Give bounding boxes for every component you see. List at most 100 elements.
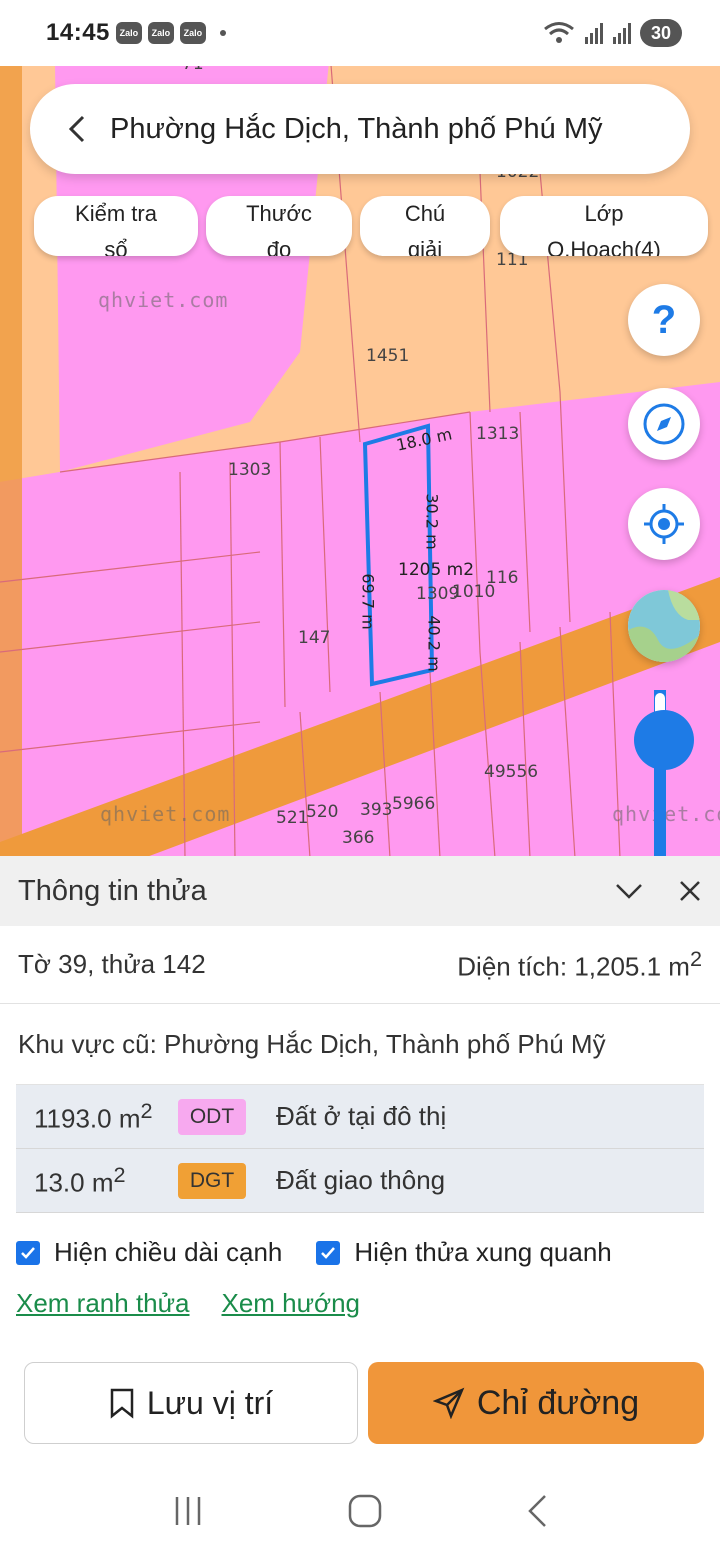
panel-header: Thông tin thửa [0, 856, 720, 926]
chevron-down-icon[interactable] [614, 881, 644, 901]
back-nav-icon[interactable] [525, 1493, 549, 1529]
show-edges-checkbox[interactable] [16, 1240, 40, 1265]
location-header[interactable]: Phường Hắc Dịch, Thành phố Phú Mỹ [30, 84, 690, 174]
home-icon[interactable] [347, 1493, 383, 1529]
check-deed-chip[interactable]: Kiểm tra sổ [34, 196, 198, 256]
panel-buttons: Lưu vị trí Chỉ đường [24, 1362, 704, 1444]
help-button[interactable]: ? [628, 284, 700, 356]
land-use-area-sup: 2 [140, 1098, 153, 1124]
ruler-chip[interactable]: Thước đo [206, 196, 352, 256]
question-icon: ? [651, 297, 677, 342]
panel-links: Xem ranh thửa Xem hướng [0, 1268, 720, 1319]
location-title: Phường Hắc Dịch, Thành phố Phú Mỹ [110, 112, 603, 145]
legend-chip[interactable]: Chú giải [360, 196, 490, 256]
crosshair-icon [644, 504, 684, 544]
old-area: Khu vực cũ: Phường Hắc Dịch, Thành phố P… [18, 1028, 606, 1059]
parcel-label: 49556 [484, 762, 539, 782]
panel-actions [614, 879, 702, 903]
parcel-label: 147 [298, 628, 331, 648]
land-use-row: 1193.0 m2 ODT Đất ở tại đô thị [16, 1085, 704, 1149]
chevron-left-icon [68, 115, 85, 143]
satellite-map-icon [628, 590, 700, 662]
land-use-desc: Đất giao thông [276, 1165, 446, 1195]
compass-button[interactable] [628, 388, 700, 460]
parcel-label: 1451 [366, 346, 410, 366]
chip-label: đo [266, 237, 292, 256]
land-use-code-badge: ODT [178, 1098, 246, 1135]
status-time: 14:45 [46, 19, 110, 46]
chip-label: Q.Hoạch(4) [547, 237, 661, 256]
land-use-area-sup: 2 [113, 1162, 126, 1188]
land-use-area: 13.0 m2 [34, 1162, 178, 1199]
edge-length-label: 30.2 m [422, 493, 442, 550]
app-root: 14:45 Zalo Zalo Zalo 30 111 1451 1313 13… [0, 0, 720, 1561]
parcel-summary-row: Tờ 39, thửa 142 Diện tích: 1,205.1 m2 [0, 926, 720, 1004]
wifi-icon [544, 22, 574, 43]
parcel-label: 1313 [476, 424, 520, 444]
parcel-label: 116 [486, 568, 519, 588]
check-icon [21, 1246, 35, 1259]
chip-label: Kiểm tra [75, 201, 157, 226]
close-icon[interactable] [678, 879, 702, 903]
watermark: qhviet.com [612, 802, 720, 826]
chip-label: giải [407, 237, 443, 256]
parcel-label: 366 [342, 828, 375, 848]
edge-length-label: 69.7 m [358, 573, 378, 630]
area-unit-sup: 2 [689, 946, 702, 972]
signal-icon [585, 23, 603, 44]
panel-title: Thông tin thửa [18, 874, 207, 907]
zalo-notification-icon: Zalo [115, 22, 142, 44]
chip-label: Chú [404, 201, 446, 226]
sheet-parcel-number: Tờ 39, thửa 142 [18, 949, 206, 979]
land-use-table: 1193.0 m2 ODT Đất ở tại đô thị 13.0 m2 D… [16, 1084, 704, 1213]
parcel-info-panel: Thông tin thửa Tờ 39, thửa 142 Diện tích… [0, 856, 720, 1561]
area-value: Diện tích: 1,205.1 m2 [457, 946, 702, 983]
status-bar: 14:45 Zalo Zalo Zalo 30 [0, 0, 720, 66]
send-arrow-icon [432, 1387, 465, 1419]
directions-label: Chỉ đường [476, 1383, 640, 1422]
bookmark-icon [110, 1388, 134, 1419]
signal-icon [613, 23, 631, 44]
planning-layer-chip[interactable]: Lớp Q.Hoạch(4) [500, 196, 708, 256]
my-location-button[interactable] [628, 488, 700, 560]
check-icon [321, 1246, 336, 1259]
show-surrounding-label[interactable]: Hiện thửa xung quanh [354, 1237, 611, 1268]
compass-icon [643, 403, 685, 445]
parcel-label: 520 [306, 802, 339, 822]
area-text: Diện tích: 1,205.1 m [457, 951, 690, 982]
land-use-area: 1193.0 m2 [34, 1098, 178, 1135]
chip-label: Thước [246, 201, 312, 226]
save-location-label: Lưu vị trí [146, 1384, 274, 1421]
slider-knob[interactable] [634, 710, 694, 770]
parcel-label: 393 [360, 800, 393, 820]
show-edges-label[interactable]: Hiện chiều dài cạnh [54, 1237, 282, 1268]
status-icons: 30 [542, 19, 682, 47]
notification-dot-icon [219, 30, 226, 36]
show-surrounding-checkbox[interactable] [316, 1240, 341, 1265]
directions-button[interactable]: Chỉ đường [368, 1362, 704, 1444]
watermark: qhviet.com [98, 288, 229, 312]
battery-indicator: 30 [640, 19, 682, 47]
recent-apps-icon[interactable] [171, 1495, 205, 1527]
view-boundary-link[interactable]: Xem ranh thửa [16, 1288, 190, 1319]
parcel-label: 521 [276, 808, 309, 828]
watermark: qhviet.com [100, 802, 231, 826]
map-type-button[interactable] [628, 590, 700, 662]
view-direction-link[interactable]: Xem hướng [222, 1288, 361, 1319]
land-use-row: 13.0 m2 DGT Đất giao thông [16, 1149, 704, 1213]
save-location-button[interactable]: Lưu vị trí [24, 1362, 358, 1444]
display-options: Hiện chiều dài cạnh Hiện thửa xung quanh [0, 1213, 720, 1268]
back-button[interactable] [52, 104, 102, 154]
zalo-notification-icon: Zalo [147, 22, 174, 44]
parcel-label: 5966 [392, 794, 436, 814]
edge-length-label: 40.2 m [424, 615, 444, 672]
land-use-area-text: 13.0 m [34, 1167, 114, 1198]
chip-label: sổ [104, 237, 128, 256]
parcel-area-label: 1205 m2 [398, 560, 475, 580]
land-use-area-text: 1193.0 m [34, 1103, 141, 1134]
system-nav-bar [0, 1461, 720, 1561]
chip-label: Lớp [584, 201, 624, 226]
parcel-label: 1303 [228, 460, 272, 480]
land-use-code-badge: DGT [178, 1162, 246, 1199]
zalo-notification-icon: Zalo [179, 22, 206, 44]
